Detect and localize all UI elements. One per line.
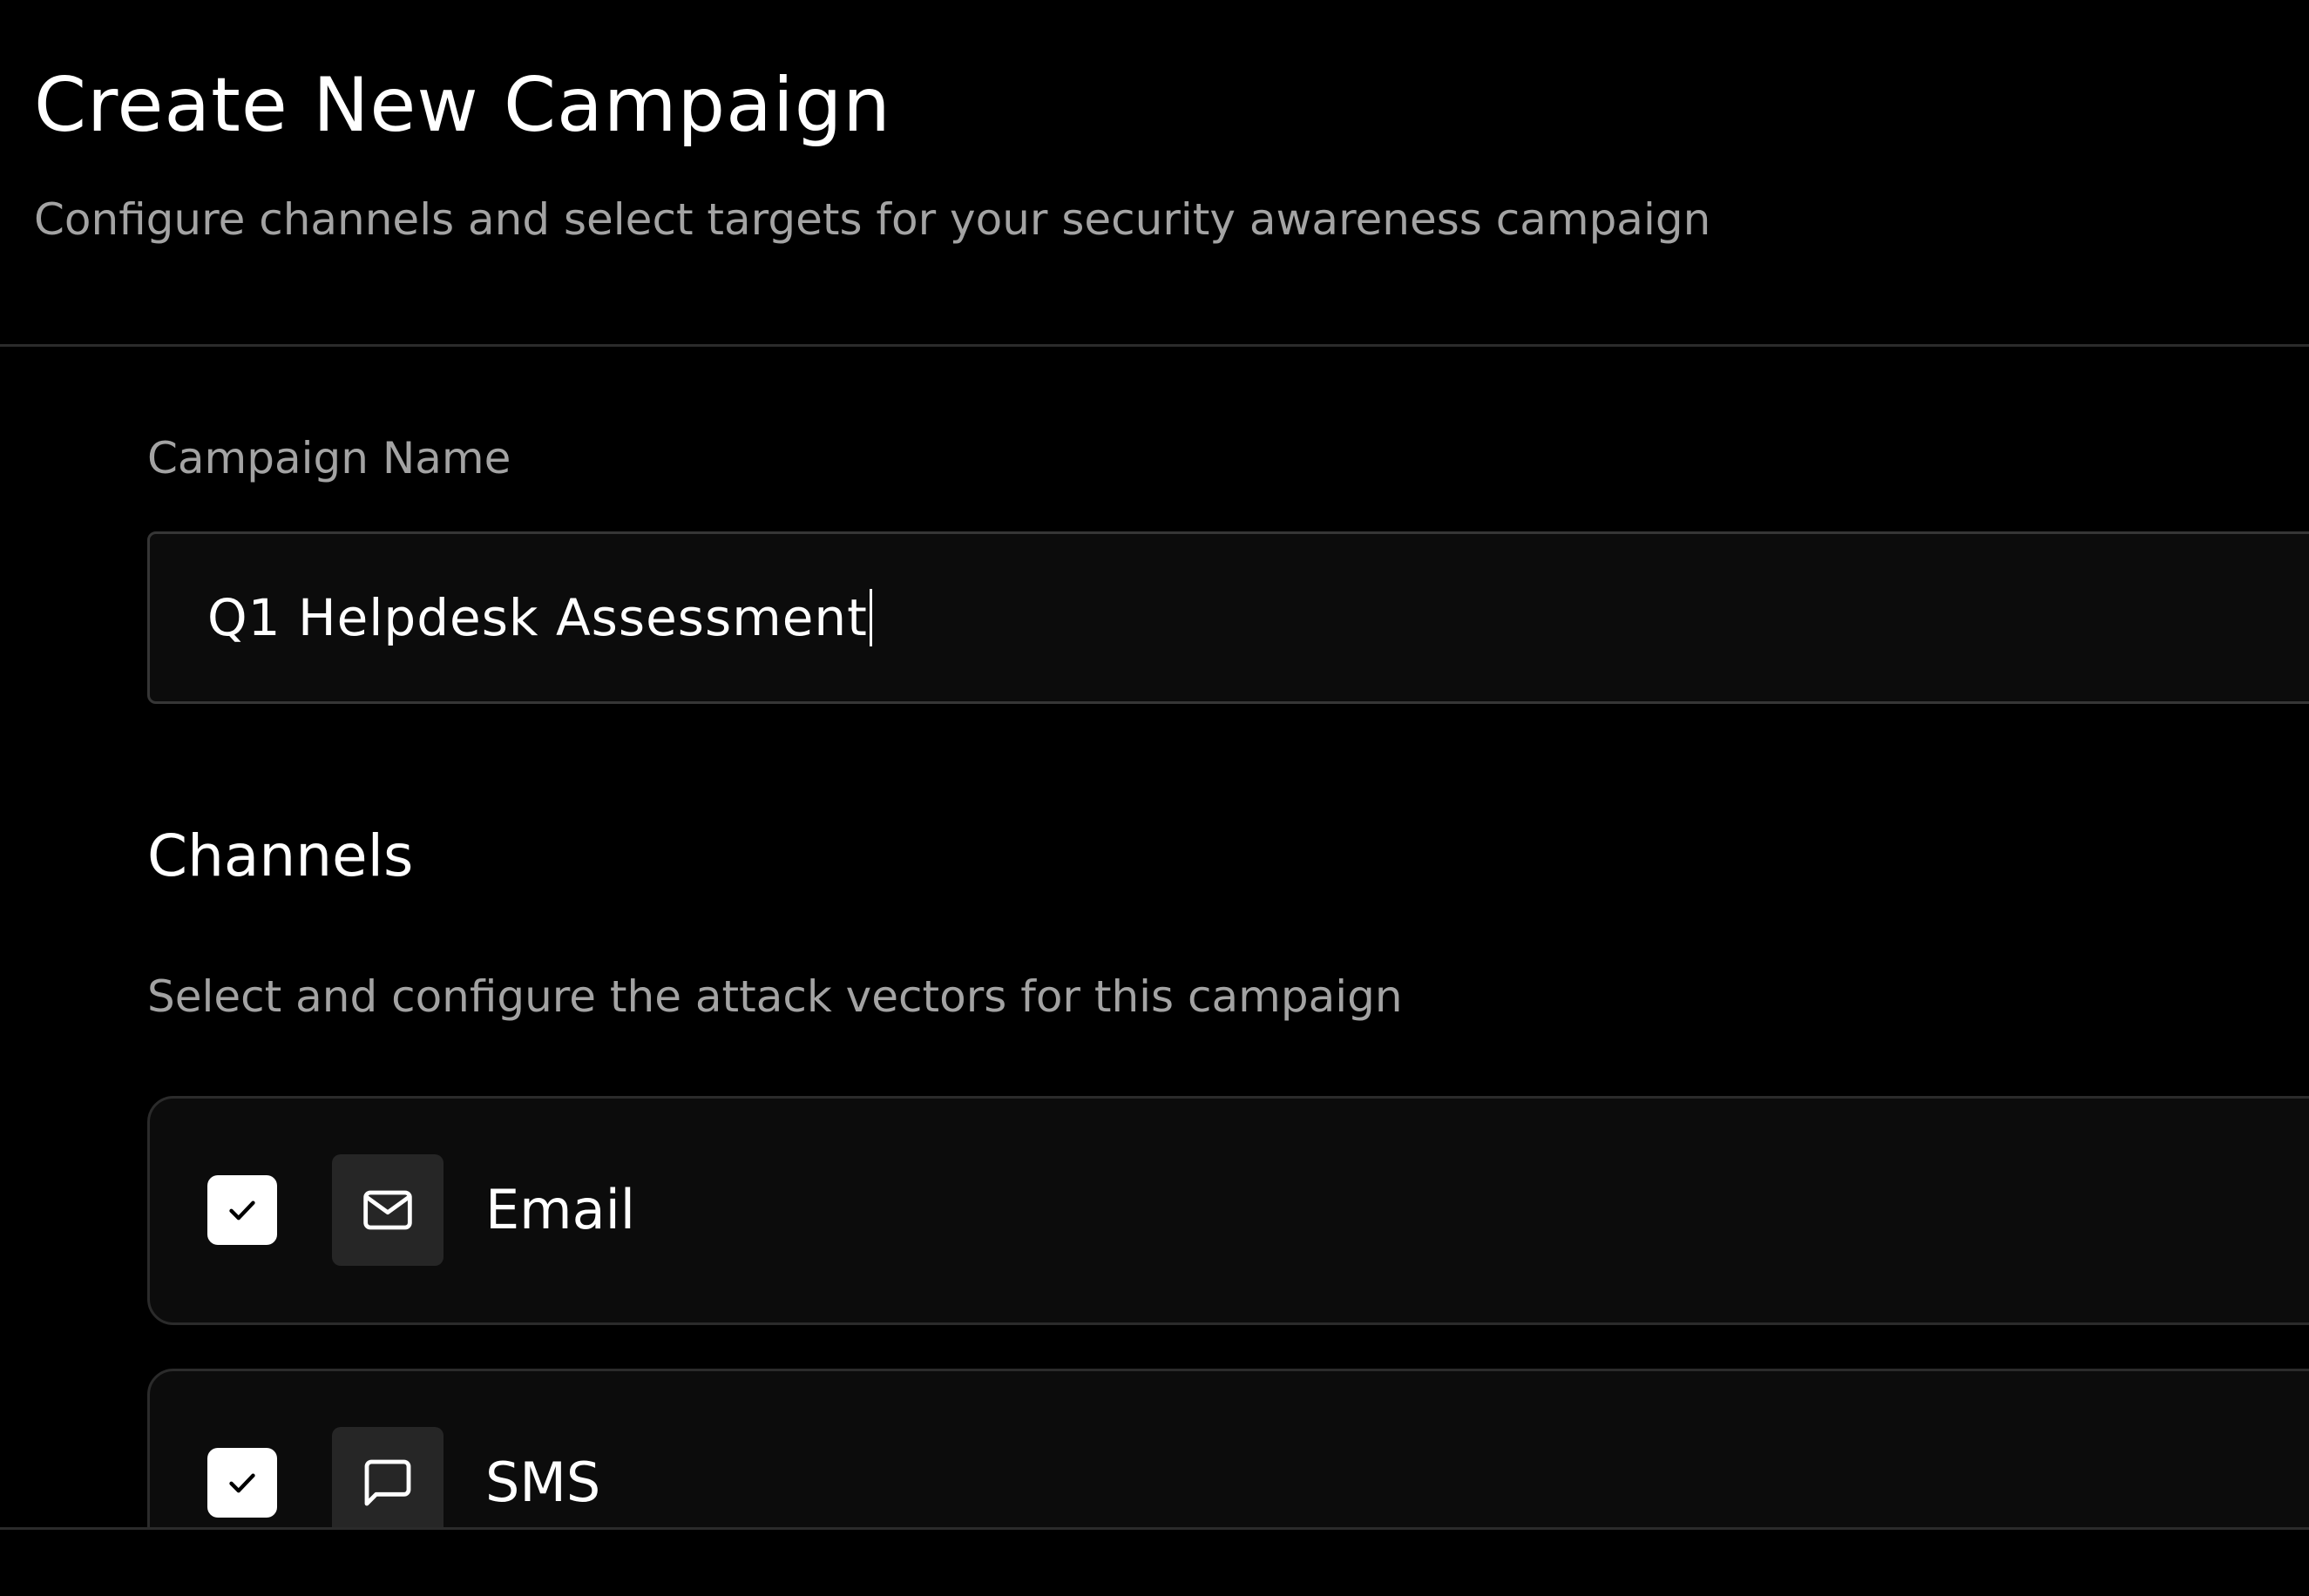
email-checkbox[interactable] <box>207 1175 277 1245</box>
channel-label-email: Email <box>485 1177 636 1241</box>
campaign-form: Campaign Name Q1 Helpdesk Assessment Cha… <box>0 347 2309 1527</box>
channels-section-title: Channels <box>147 822 414 889</box>
campaign-name-input[interactable]: Q1 Helpdesk Assessment <box>147 531 2309 704</box>
channel-card-sms[interactable]: SMS <box>147 1369 2309 1527</box>
channels-section-description: Select and configure the attack vectors … <box>147 971 1403 1022</box>
campaign-name-label: Campaign Name <box>147 433 511 484</box>
text-caret <box>869 589 872 646</box>
checkmark-icon <box>229 1473 255 1493</box>
email-icon-tile <box>332 1154 444 1266</box>
mail-icon <box>363 1190 412 1230</box>
sms-checkbox[interactable] <box>207 1448 277 1518</box>
page-subtitle: Configure channels and select targets fo… <box>34 194 1711 245</box>
channel-card-email[interactable]: Email <box>147 1096 2309 1325</box>
footer-divider <box>0 1527 2309 1530</box>
page-header: Create New Campaign Configure channels a… <box>0 0 2309 347</box>
page-title: Create New Campaign <box>34 62 891 149</box>
campaign-name-value: Q1 Helpdesk Assessment <box>207 588 868 647</box>
sms-icon-tile <box>332 1427 444 1527</box>
checkmark-icon <box>229 1200 255 1221</box>
channel-label-sms: SMS <box>485 1450 601 1514</box>
message-square-icon <box>364 1459 411 1506</box>
